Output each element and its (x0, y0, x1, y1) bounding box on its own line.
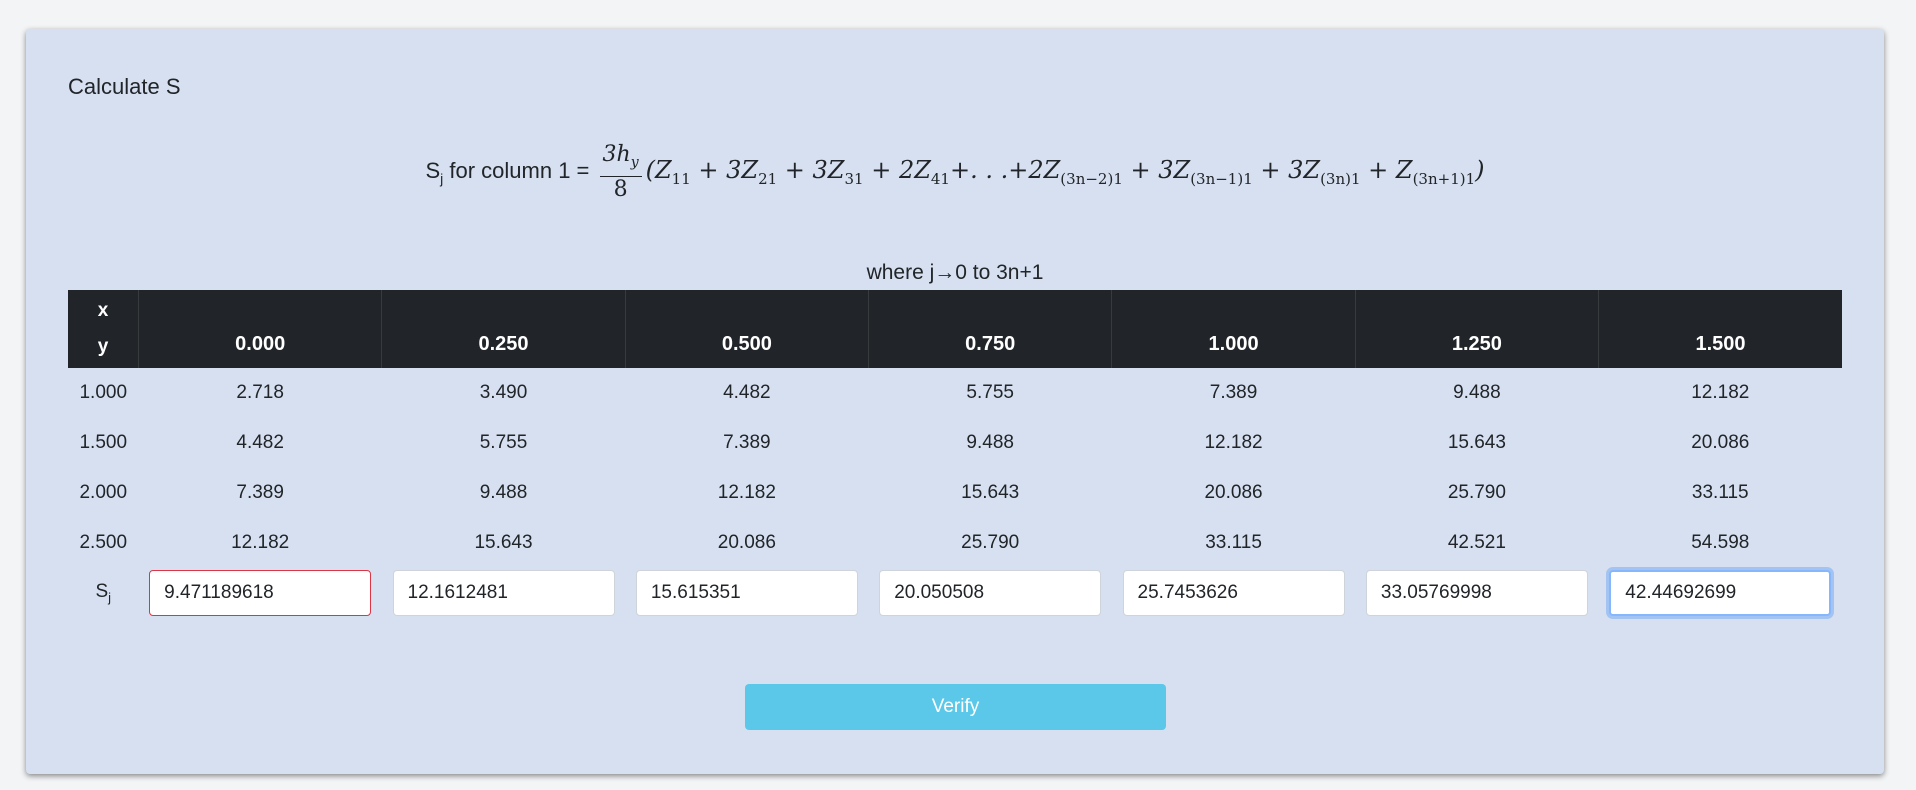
table-row: 2.500 12.182 15.643 20.086 25.790 33.115… (68, 518, 1842, 568)
table-cell: 15.643 (1447, 432, 1506, 453)
table-cell: 20.086 (1204, 482, 1263, 503)
formula-s: S (425, 158, 441, 183)
numerator-text: 3h (602, 142, 631, 167)
table-cell: 12.182 (1691, 382, 1750, 403)
calculate-card: Calculate S Sj for column 1 = 3hy 8 (Z11 +… (26, 29, 1884, 774)
verify-button[interactable]: Verify (745, 684, 1166, 730)
column-header: 0.500 (624, 290, 869, 368)
row-label: 2.500 (79, 532, 128, 553)
table-cell: 7.389 (1209, 382, 1258, 403)
table-row: 2.000 7.389 9.488 12.182 15.643 20.086 2… (68, 468, 1842, 518)
sj-input-col-1[interactable] (149, 570, 372, 616)
sj-label-sub: j (108, 589, 112, 605)
corner-y: y (97, 336, 109, 357)
table-cell: 42.521 (1447, 532, 1506, 553)
table-cell: 5.755 (479, 432, 528, 453)
corner-header: x y (68, 290, 139, 368)
sj-input-col-4[interactable] (879, 570, 1102, 616)
sj-cell (1599, 568, 1842, 618)
formula-fraction: 3hy 8 (599, 141, 642, 203)
table-cell: 12.182 (1204, 432, 1263, 453)
sj-cell (139, 568, 382, 618)
table-cell: 4.482 (236, 432, 284, 453)
sj-input-col-2[interactable] (392, 570, 615, 616)
column-header-label: 0.500 (721, 333, 772, 355)
sj-input-col-7[interactable] (1609, 570, 1832, 616)
corner-x: x (97, 300, 109, 321)
row-label: 2.000 (79, 482, 128, 503)
sj-cell (382, 568, 625, 618)
table-cell: 7.389 (723, 432, 771, 453)
table-cell: 9.488 (966, 432, 1014, 453)
data-table: x y 0.000 0.250 0.500 0.750 1.000 1.250 … (68, 290, 1842, 618)
sj-input-row: Sj (68, 568, 1842, 618)
sj-label-main: S (95, 581, 109, 603)
sj-label: Sj (95, 581, 112, 605)
sj-row-label: Sj (68, 568, 139, 618)
where-text: where j→0 to 3n+1 (866, 261, 1044, 284)
column-header-label: 1.500 (1695, 333, 1746, 355)
column-header-label: 0.000 (235, 333, 286, 355)
sj-input-col-3[interactable] (635, 570, 858, 616)
column-header: 1.000 (1111, 290, 1356, 368)
table-cell: 25.790 (961, 532, 1020, 553)
table-cell: 25.790 (1447, 482, 1506, 503)
table-cell: 33.115 (1205, 532, 1262, 553)
column-header: 0.750 (868, 290, 1112, 368)
table-cell: 20.086 (717, 532, 776, 553)
table-row: 1.000 2.718 3.490 4.482 5.755 7.389 9.48… (68, 368, 1842, 418)
column-header-label: 1.250 (1451, 333, 1502, 355)
formula-lhs-tail: for column 1 = (443, 158, 596, 183)
formula-rhs: (Z11 + 3Z21 + 3Z31 + 2Z41+. . .+2Z(3n−2)… (645, 156, 1485, 189)
column-header-label: 1.000 (1208, 333, 1259, 355)
table-cell: 20.086 (1691, 432, 1750, 453)
sj-input-col-6[interactable] (1365, 570, 1588, 616)
sj-cell (625, 568, 868, 618)
column-header-label: 0.250 (478, 333, 529, 355)
card-title: Calculate S (68, 74, 181, 99)
fraction-numerator: 3hy (599, 141, 642, 178)
sj-cell (1355, 568, 1598, 618)
row-label: 1.500 (79, 432, 128, 453)
table-cell: 33.115 (1691, 482, 1749, 503)
sj-cell (869, 568, 1112, 618)
column-header: 0.000 (137, 290, 382, 368)
table-row: 1.500 4.482 5.755 7.389 9.488 12.182 15.… (68, 418, 1842, 468)
column-header-label: 0.750 (965, 333, 1016, 355)
column-header: 1.500 (1598, 290, 1842, 368)
table-cell: 9.488 (1453, 382, 1501, 403)
table-cell: 9.488 (479, 482, 528, 503)
fraction-denominator: 8 (613, 177, 628, 203)
table-cell: 2.718 (236, 382, 284, 403)
row-label: 1.000 (79, 382, 128, 403)
table-cell: 12.182 (231, 532, 290, 553)
table-cell: 12.182 (717, 482, 776, 503)
sj-cell (1112, 568, 1355, 618)
table-cell: 7.389 (236, 482, 284, 503)
column-header: 1.250 (1354, 290, 1599, 368)
table-cell: 4.482 (723, 382, 771, 403)
formula-lhs: Sj for column 1 = (425, 158, 595, 186)
sj-input-col-5[interactable] (1122, 570, 1345, 616)
table-header-row: x y 0.000 0.250 0.500 0.750 1.000 1.250 … (68, 290, 1842, 368)
numerator-sub: y (630, 154, 639, 171)
table-cell: 54.598 (1691, 532, 1750, 553)
table-cell: 3.490 (479, 382, 528, 403)
column-header: 0.250 (381, 290, 626, 368)
table-cell: 5.755 (966, 382, 1014, 403)
formula: Sj for column 1 = 3hy 8 (Z11 + 3Z21 + 3Z31… (26, 141, 1884, 203)
table-cell: 15.643 (474, 532, 533, 553)
table-cell: 15.643 (961, 482, 1020, 503)
